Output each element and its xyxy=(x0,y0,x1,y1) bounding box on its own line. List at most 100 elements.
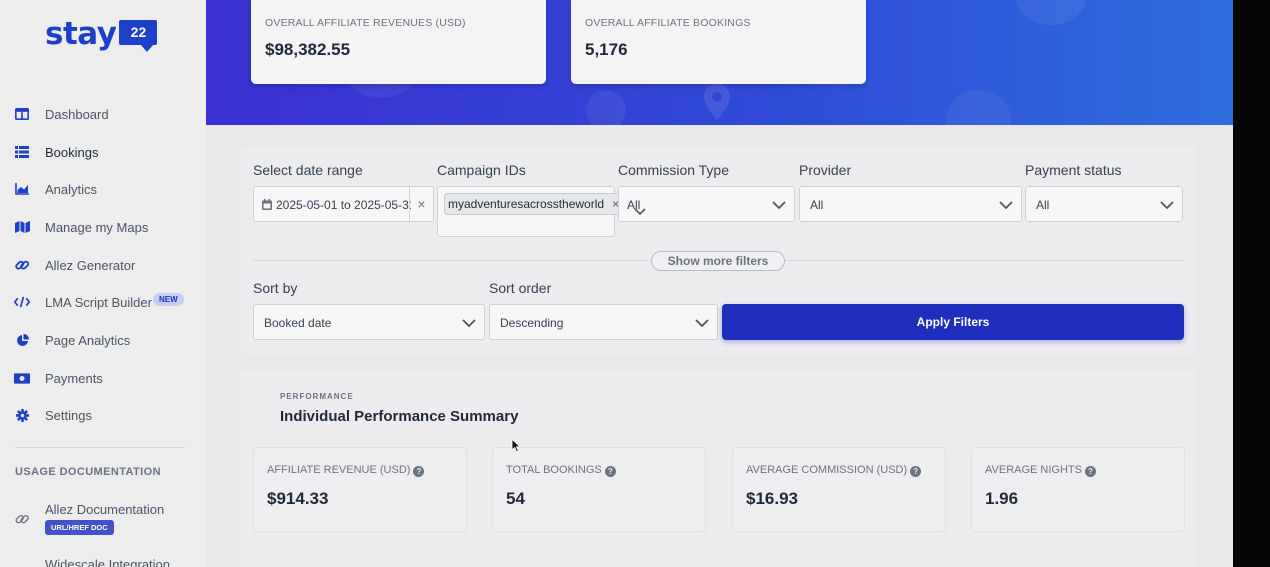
sidebar-item-analytics[interactable]: Analytics xyxy=(0,174,206,204)
date-range-input[interactable]: 2025-05-01 to 2025-05-31 × xyxy=(253,186,434,222)
dashboard-icon xyxy=(14,106,30,122)
sidebar-item-payments[interactable]: Payments xyxy=(0,363,206,393)
campaign-chip: myadventuresacrosstheworld × xyxy=(444,193,624,215)
metric-label-text: AFFILIATE REVENUE (USD) xyxy=(267,464,411,476)
overall-revenue-card: OVERALL AFFILIATE REVENUES (USD) $98,382… xyxy=(251,0,546,84)
sidebar-item-settings[interactable]: Settings xyxy=(0,400,206,430)
chevron-down-icon xyxy=(695,319,709,328)
stat-value: 5,176 xyxy=(585,40,628,59)
stat-label: OVERALL AFFILIATE BOOKINGS xyxy=(585,17,751,29)
stat-value: $98,382.55 xyxy=(265,40,351,59)
performance-kicker: PERFORMANCE xyxy=(280,392,354,401)
sort-order-label: Sort order xyxy=(489,280,552,296)
sidebar: stay 22 Dashboard Bookings Analytics Man… xyxy=(0,0,206,567)
average-nights-metric: AVERAGE NIGHTS? 1.96 xyxy=(971,447,1185,532)
sidebar-item-dashboard[interactable]: Dashboard xyxy=(0,99,206,129)
stats-banner: OVERALL AFFILIATE REVENUES (USD) $98,382… xyxy=(206,0,1233,125)
sidebar-item-label: Analytics xyxy=(45,181,98,197)
money-icon xyxy=(14,370,30,386)
provider-label: Provider xyxy=(799,162,852,178)
sidebar-item-widescale-integration[interactable]: Widescale Integration xyxy=(0,554,206,567)
date-range-label: Select date range xyxy=(253,162,363,178)
commission-type-select[interactable]: All xyxy=(618,186,795,222)
metric-label: TOTAL BOOKINGS? xyxy=(506,464,616,477)
chevron-down-icon xyxy=(999,201,1013,210)
metric-value: 54 xyxy=(506,489,525,508)
sidebar-item-label: LMA Script Builder xyxy=(45,294,152,310)
sidebar-item-bookings[interactable]: Bookings xyxy=(0,137,206,167)
pie-chart-icon xyxy=(14,332,30,348)
app-window: stay 22 Dashboard Bookings Analytics Man… xyxy=(0,0,1233,567)
screen-edge xyxy=(1233,0,1270,567)
help-icon[interactable]: ? xyxy=(413,466,425,477)
performance-title: Individual Performance Summary xyxy=(280,408,519,425)
sidebar-item-label: Payments xyxy=(45,370,103,386)
sidebar-item-label: Allez Documentation xyxy=(45,502,165,517)
help-icon[interactable]: ? xyxy=(604,466,616,477)
list-icon xyxy=(14,144,30,160)
banner-decoration xyxy=(1016,0,1086,25)
sidebar-item-label: Widescale Integration xyxy=(45,557,171,567)
sidebar-divider xyxy=(15,447,185,448)
map-icon xyxy=(14,219,30,235)
chevron-down-icon xyxy=(772,201,786,210)
performance-panel: PERFORMANCE Individual Performance Summa… xyxy=(240,370,1196,567)
campaign-chip-label: myadventuresacrosstheworld xyxy=(448,197,605,211)
metric-label-text: TOTAL BOOKINGS xyxy=(506,464,602,476)
sidebar-item-lma-script-builder[interactable]: LMA Script Builder NEW xyxy=(0,287,206,317)
metric-label: AVERAGE COMMISSION (USD)? xyxy=(746,464,922,477)
sidebar-item-page-analytics[interactable]: Page Analytics xyxy=(0,325,206,355)
sidebar-item-label: Manage my Maps xyxy=(45,219,149,235)
sort-by-value: Booked date xyxy=(264,316,332,330)
payment-status-label: Payment status xyxy=(1025,162,1122,178)
sidebar-item-label: Dashboard xyxy=(45,106,109,122)
commission-type-label: Commission Type xyxy=(618,162,730,178)
payment-status-select[interactable]: All xyxy=(1025,186,1183,222)
show-more-filters-button[interactable]: Show more filters xyxy=(651,251,785,271)
sidebar-item-allez-documentation[interactable]: Allez Documentation URL/HREF DOC xyxy=(0,498,206,542)
campaign-ids-label: Campaign IDs xyxy=(437,162,526,178)
total-bookings-metric: TOTAL BOOKINGS? 54 xyxy=(492,447,706,532)
brand-logo[interactable]: stay 22 xyxy=(45,14,158,58)
metric-value: $914.33 xyxy=(267,489,329,508)
sidebar-item-label: Page Analytics xyxy=(45,332,131,348)
stat-label: OVERALL AFFILIATE REVENUES (USD) xyxy=(265,17,466,29)
banner-decoration xyxy=(946,90,1011,125)
chart-icon xyxy=(14,181,30,197)
brand-badge: 22 xyxy=(119,20,158,52)
sort-by-label: Sort by xyxy=(253,280,298,296)
location-pin-icon xyxy=(704,84,730,120)
sidebar-item-label: Settings xyxy=(45,407,92,423)
usage-documentation-heading: USAGE DOCUMENTATION xyxy=(15,466,161,478)
sidebar-item-label: Allez Generator xyxy=(45,257,136,273)
clear-date-icon[interactable]: × xyxy=(409,187,433,221)
metric-value: 1.96 xyxy=(985,489,1019,508)
chevron-down-icon xyxy=(1160,201,1174,210)
provider-select[interactable]: All xyxy=(799,186,1022,222)
sidebar-item-label: Bookings xyxy=(45,144,99,160)
date-range-value: 2025-05-01 to 2025-05-31 xyxy=(276,198,411,212)
affiliate-revenue-metric: AFFILIATE REVENUE (USD)? $914.33 xyxy=(253,447,467,532)
metric-label: AVERAGE NIGHTS? xyxy=(985,464,1096,477)
mouse-cursor-icon xyxy=(511,438,521,453)
url-href-doc-badge: URL/HREF DOC xyxy=(45,520,114,535)
help-icon[interactable]: ? xyxy=(1084,466,1096,477)
sort-order-value: Descending xyxy=(500,316,564,330)
provider-value: All xyxy=(810,198,824,212)
sort-order-select[interactable]: Descending xyxy=(489,304,718,340)
chevron-down-icon xyxy=(462,319,476,328)
sidebar-item-manage-maps[interactable]: Manage my Maps xyxy=(0,212,206,242)
sort-by-select[interactable]: Booked date xyxy=(253,304,485,340)
metric-label-text: AVERAGE COMMISSION (USD) xyxy=(746,464,908,476)
campaign-ids-input[interactable]: myadventuresacrosstheworld × xyxy=(437,186,624,237)
sidebar-item-allez-generator[interactable]: Allez Generator xyxy=(0,250,206,280)
average-commission-metric: AVERAGE COMMISSION (USD)? $16.93 xyxy=(732,447,946,532)
apply-filters-button[interactable]: Apply Filters xyxy=(722,304,1184,340)
link-icon xyxy=(14,511,30,527)
metric-label: AFFILIATE REVENUE (USD)? xyxy=(267,464,425,477)
code-icon xyxy=(14,294,30,310)
calendar-icon xyxy=(262,199,272,210)
brand-name: stay xyxy=(45,16,117,52)
help-icon[interactable]: ? xyxy=(910,466,922,477)
filters-panel: Select date range 2025-05-01 to 2025-05-… xyxy=(240,147,1196,354)
